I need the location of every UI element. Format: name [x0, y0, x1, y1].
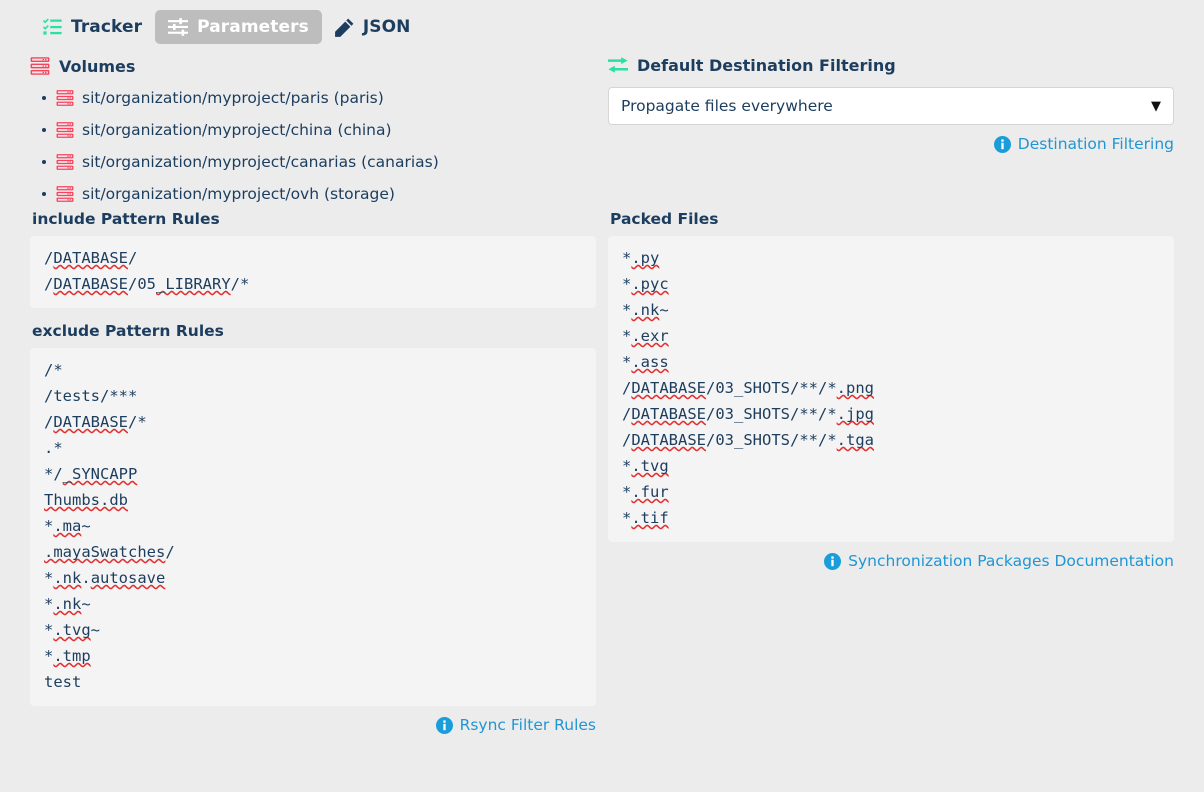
info-icon: [824, 552, 842, 570]
server-icon: [56, 153, 74, 171]
volume-item-label: sit/organization/myproject/ovh (storage): [82, 185, 395, 203]
packed-file-line: *.py: [622, 249, 660, 267]
exclude-rule-line: *.tvg~: [44, 621, 101, 639]
destination-filtering-select[interactable]: Propagate files everywhere ▼: [608, 87, 1174, 125]
destination-filtering-heading-label: Default Destination Filtering: [637, 56, 896, 75]
destination-filtering-link-row: Destination Filtering: [608, 135, 1174, 153]
tab-parameters-label: Parameters: [197, 17, 309, 37]
rules-columns: include Pattern Rules /DATABASE//DATABAS…: [0, 210, 1204, 734]
info-icon: [435, 716, 453, 734]
pencil-icon: [334, 18, 354, 37]
include-rules-heading: include Pattern Rules: [32, 210, 220, 228]
packed-files-column: Packed Files *.py *.pyc *.nk~ *.exr *.ass/DA…: [608, 210, 1174, 734]
rsync-filter-rules-link[interactable]: Rsync Filter Rules: [460, 716, 596, 734]
packed-file-line: /DATABASE/03_SHOTS/**/*.png: [622, 379, 874, 397]
tasks-icon: [43, 18, 62, 36]
exclude-rule-line: */_SYNCAPP: [44, 465, 138, 483]
packed-file-line: *.fur: [622, 483, 669, 501]
exclude-rule-line: *.nk~: [44, 595, 91, 613]
packed-file-line: *.nk~: [622, 301, 669, 319]
exclude-rule-line: .*: [44, 439, 63, 457]
volume-item-china[interactable]: sit/organization/myproject/china (china): [42, 114, 596, 146]
volume-item-label: sit/organization/myproject/canarias (can…: [82, 153, 439, 171]
exclude-rules-heading: exclude Pattern Rules: [32, 322, 224, 340]
server-icon: [30, 56, 50, 76]
sync-packages-link-row: Synchronization Packages Documentation: [608, 552, 1174, 570]
packed-file-line: *.ass: [622, 353, 669, 371]
server-icon: [56, 121, 74, 139]
destination-filtering-doc-link[interactable]: Destination Filtering: [1018, 135, 1174, 153]
exclude-rule-line: /tests/***: [44, 387, 138, 405]
include-rule-line: /DATABASE/: [44, 249, 138, 267]
volumes-heading: Volumes: [30, 56, 596, 76]
volumes-heading-label: Volumes: [59, 56, 136, 76]
exclude-rule-line: .mayaSwatches/: [44, 543, 175, 561]
destination-filtering-select-wrap: Propagate files everywhere ▼: [608, 87, 1174, 125]
volume-item-ovh[interactable]: sit/organization/myproject/ovh (storage): [42, 178, 596, 210]
exclude-rule-line: *.nk.autosave: [44, 569, 166, 587]
chevron-down-icon: ▼: [1151, 98, 1161, 114]
include-rules-panel[interactable]: /DATABASE/ /DATABASE/05_LIBRARY/*: [30, 236, 596, 308]
destination-filtering-select-value: Propagate files everywhere: [621, 97, 833, 115]
packed-file-line: *.tif: [622, 509, 669, 527]
destination-filtering-section: Default Destination Filtering Propagate …: [608, 40, 1174, 210]
packed-files-panel[interactable]: *.py *.pyc *.nk~ *.exr *.ass/DATABASE/03_SHO…: [608, 236, 1174, 542]
exclude-rule-line: *.ma~: [44, 517, 91, 535]
exclude-rule-line: *.tmp: [44, 647, 91, 665]
volumes-section: Volumes sit/organization/myproject/paris…: [30, 40, 596, 210]
volume-item-label: sit/organization/myproject/paris (paris): [82, 89, 384, 107]
server-icon: [56, 185, 74, 203]
volume-item-paris[interactable]: sit/organization/myproject/paris (paris): [42, 82, 596, 114]
tab-bar: Tracker Parameters JSON: [0, 0, 1204, 44]
exchange-icon: [608, 57, 628, 74]
sliders-icon: [168, 18, 189, 36]
exclude-rule-line: /DATABASE/*: [44, 413, 147, 431]
include-rule-line: /DATABASE/05_LIBRARY/*: [44, 275, 250, 293]
tab-tracker[interactable]: Tracker: [30, 10, 155, 44]
server-icon: [56, 89, 74, 107]
pattern-rules-column: include Pattern Rules /DATABASE//DATABAS…: [30, 210, 596, 734]
volumes-list: sit/organization/myproject/paris (paris): [30, 82, 596, 210]
tab-json-label: JSON: [362, 17, 411, 37]
sync-packages-doc-link[interactable]: Synchronization Packages Documentation: [848, 552, 1174, 570]
info-icon: [993, 135, 1011, 153]
packed-file-line: /DATABASE/03_SHOTS/**/*.jpg: [622, 405, 874, 423]
exclude-rule-line: Thumbs.db: [44, 491, 128, 509]
exclude-rule-line: test: [44, 673, 82, 691]
tab-tracker-label: Tracker: [71, 17, 143, 37]
packed-file-line: *.pyc: [622, 275, 669, 293]
exclude-rules-panel[interactable]: /* /tests/*** /DATABASE/* .* */_SYNCAPP Thumb…: [30, 348, 596, 706]
tab-parameters[interactable]: Parameters: [155, 10, 322, 44]
rsync-filter-link-row: Rsync Filter Rules: [30, 716, 596, 734]
packed-files-heading: Packed Files: [610, 210, 719, 228]
exclude-rule-line: /*: [44, 361, 63, 379]
packed-file-line: *.exr: [622, 327, 669, 345]
volume-item-canarias[interactable]: sit/organization/myproject/canarias (can…: [42, 146, 596, 178]
packed-file-line: /DATABASE/03_SHOTS/**/*.tga: [622, 431, 874, 449]
packed-file-line: *.tvg: [622, 457, 669, 475]
destination-filtering-heading: Default Destination Filtering: [608, 56, 1174, 75]
volume-item-label: sit/organization/myproject/china (china): [82, 121, 392, 139]
top-columns: Volumes sit/organization/myproject/paris…: [0, 40, 1204, 210]
parameters-page: Tracker Parameters JSON Volumes sit/orga…: [0, 0, 1204, 792]
tab-json[interactable]: JSON: [322, 10, 424, 44]
